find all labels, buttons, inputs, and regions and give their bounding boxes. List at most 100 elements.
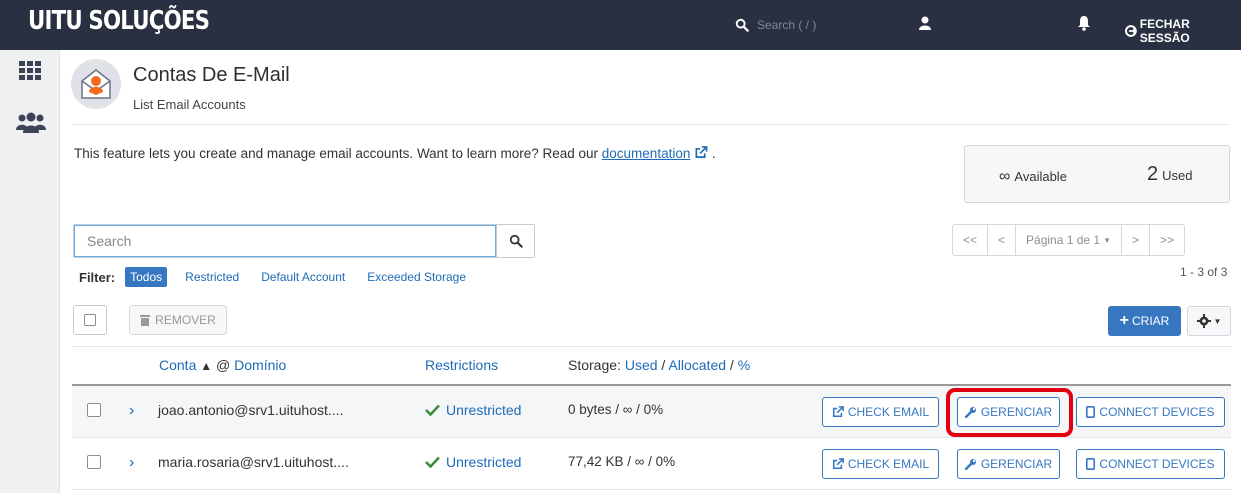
bell-icon[interactable] [1077, 15, 1091, 31]
check-icon [425, 456, 440, 468]
chevron-right-icon[interactable]: › [129, 402, 134, 420]
result-range: 1 - 3 of 3 [1180, 265, 1228, 279]
storage-usage: 0 bytes / ∞ / 0% [568, 402, 664, 417]
table-top-rule [72, 346, 1231, 347]
used-count: 2 Used [1147, 163, 1192, 186]
apps-grid-icon[interactable] [19, 61, 41, 81]
logout-button[interactable]: FECHAR SESSÃO [1125, 17, 1241, 45]
external-link-icon [832, 406, 844, 418]
restriction-status[interactable]: Unrestricted [425, 402, 521, 418]
settings-menu-button[interactable]: ▼ [1187, 306, 1231, 336]
check-email-label: CHECK EMAIL [847, 457, 930, 471]
intro-sentence: This feature lets you create and manage … [74, 146, 602, 161]
intro-period: . [711, 146, 716, 161]
connect-devices-button[interactable]: CONNECT DEVICES [1076, 449, 1225, 479]
documentation-link[interactable]: documentation [602, 146, 691, 161]
header-divider [72, 124, 1229, 125]
search-icon [735, 18, 749, 32]
column-header-restrictions[interactable]: Restrictions [425, 357, 498, 373]
page-select[interactable]: Página 1 de 1 ▼ [1016, 225, 1123, 255]
col-storage-prefix: Storage: [568, 357, 621, 373]
caret-down-icon: ▼ [1213, 316, 1222, 326]
user-icon[interactable] [919, 16, 931, 30]
col-storage-pct[interactable]: % [738, 357, 750, 373]
external-link-icon [832, 458, 844, 470]
page-title: Contas De E-Mail [133, 64, 290, 86]
check-icon [425, 404, 440, 416]
sidebar [0, 50, 60, 493]
usage-summary: ∞ Available 2 Used [964, 145, 1230, 203]
account-name: joao.antonio@srv1.uituhost.... [158, 402, 344, 418]
top-bar: UITU SOLUÇÕES FECHAR SESSÃO [0, 0, 1241, 50]
column-header-storage: Storage: Used / Allocated / % [568, 357, 751, 373]
manage-button[interactable]: GERENCIAR [957, 449, 1060, 479]
users-group-icon[interactable] [16, 112, 46, 134]
caret-down-icon: ▼ [1103, 235, 1112, 245]
checkbox [84, 314, 96, 326]
mobile-device-icon [1086, 458, 1096, 470]
filter-bar: Filter: Todos Restricted Default Account… [79, 267, 488, 287]
select-all-checkbox[interactable] [73, 305, 107, 335]
highlight-annotation [946, 388, 1073, 437]
email-accounts-icon [71, 59, 121, 109]
page-label: Página 1 de 1 [1026, 233, 1101, 247]
available-label: Available [1014, 169, 1067, 184]
filter-default-account[interactable]: Default Account [261, 270, 345, 284]
connect-devices-button[interactable]: CONNECT DEVICES [1076, 397, 1225, 427]
pagination: << < Página 1 de 1 ▼ > >> [952, 224, 1186, 256]
filter-exceeded-storage[interactable]: Exceeded Storage [367, 270, 466, 284]
mobile-device-icon [1086, 406, 1096, 418]
plus-icon: + [1119, 312, 1129, 329]
table-row: › maria.rosaria@srv1.uituhost.... Unrest… [72, 438, 1231, 490]
filter-restricted[interactable]: Restricted [185, 270, 239, 284]
remove-button[interactable]: REMOVER [129, 305, 227, 335]
first-page-button[interactable]: << [953, 225, 989, 255]
restriction-label: Unrestricted [446, 402, 522, 418]
remove-label: REMOVER [155, 313, 216, 327]
chevron-right-icon[interactable]: › [129, 454, 134, 472]
account-search [73, 224, 535, 258]
intro-text: This feature lets you create and manage … [74, 146, 716, 161]
column-header-account[interactable]: Conta ▲ @ Domínio [159, 357, 286, 373]
create-label: CRIAR [1132, 314, 1170, 328]
col-storage-allocated[interactable]: Allocated [668, 357, 726, 373]
restriction-label: Unrestricted [446, 454, 522, 470]
account-name: maria.rosaria@srv1.uituhost.... [158, 454, 349, 470]
search-icon [509, 234, 523, 248]
col-account-label[interactable]: Conta [159, 357, 196, 373]
sort-asc-icon: ▲ [200, 359, 213, 373]
filter-label: Filter: [79, 269, 116, 285]
manage-label: GERENCIAR [980, 457, 1053, 471]
next-page-button[interactable]: > [1122, 225, 1151, 255]
gear-icon [1196, 314, 1211, 328]
storage-usage: 77,42 KB / ∞ / 0% [568, 454, 676, 469]
available-count: ∞ Available [999, 168, 1067, 186]
search-button[interactable] [496, 225, 534, 257]
logout-icon [1125, 25, 1137, 37]
page-subtitle: List Email Accounts [133, 97, 246, 112]
global-search[interactable] [735, 14, 877, 36]
prev-page-button[interactable]: < [988, 225, 1017, 255]
row-checkbox[interactable] [87, 455, 101, 469]
restriction-status[interactable]: Unrestricted [425, 454, 521, 470]
check-email-button[interactable]: CHECK EMAIL [822, 449, 939, 479]
check-email-button[interactable]: CHECK EMAIL [822, 397, 939, 427]
col-domain-label[interactable]: Domínio [234, 357, 286, 373]
create-button[interactable]: + CRIAR [1108, 306, 1181, 336]
wrench-icon [964, 459, 976, 470]
row-checkbox[interactable] [87, 403, 101, 417]
used-label: Used [1162, 168, 1193, 183]
infinity-symbol: ∞ [999, 168, 1011, 185]
connect-devices-label: CONNECT DEVICES [1099, 457, 1215, 471]
col-storage-used[interactable]: Used [625, 357, 658, 373]
brand-logo[interactable]: UITU SOLUÇÕES [28, 6, 210, 36]
filter-todos[interactable]: Todos [125, 267, 168, 287]
global-search-input[interactable] [757, 18, 877, 32]
logout-label: FECHAR SESSÃO [1139, 17, 1190, 45]
last-page-button[interactable]: >> [1150, 225, 1184, 255]
trash-icon [140, 315, 151, 326]
account-search-input[interactable] [74, 225, 496, 257]
external-link-icon[interactable] [694, 146, 708, 159]
connect-devices-label: CONNECT DEVICES [1099, 405, 1215, 419]
used-number: 2 [1147, 163, 1159, 185]
